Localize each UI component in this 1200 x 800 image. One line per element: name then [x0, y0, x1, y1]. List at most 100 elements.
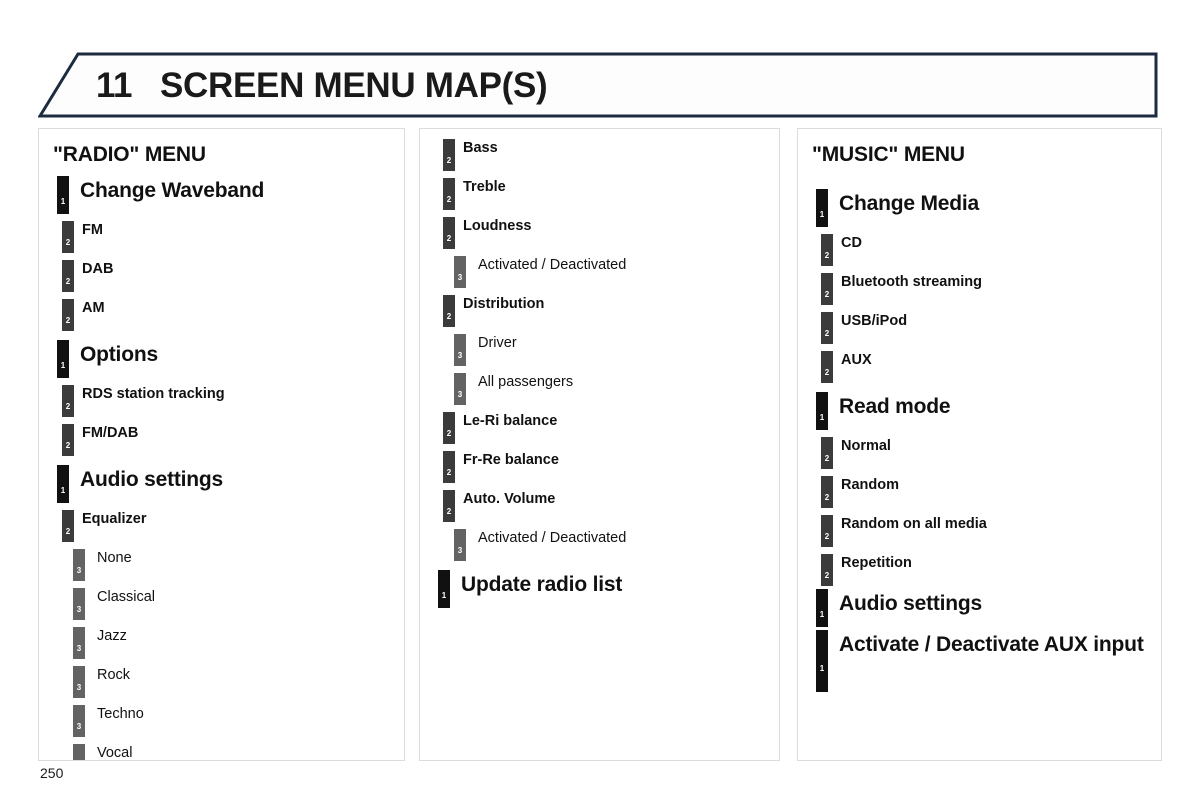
- level-marker-2: 2: [62, 299, 74, 331]
- menu-item-label: Vocal: [97, 745, 133, 761]
- level-marker-3: 3: [454, 256, 466, 288]
- menu-item[interactable]: 3 Driver: [454, 334, 779, 366]
- menu-item[interactable]: 2 DAB: [62, 260, 404, 292]
- menu-item[interactable]: 2 AM: [62, 299, 404, 331]
- menu-item[interactable]: 3 Activated / Deactivated: [454, 256, 779, 288]
- menu-item-label: Update radio list: [461, 573, 623, 596]
- menu-item-label: FM/DAB: [82, 425, 139, 441]
- level-marker-2: 2: [62, 424, 74, 456]
- menu-item[interactable]: 1 Update radio list: [438, 570, 779, 608]
- menu-item-label: USB/iPod: [841, 313, 908, 329]
- level-marker-3: 3: [73, 744, 85, 760]
- menu-list-radio-continued: 2 Bass 2 Treble 2 Loudness 3 Activated /…: [420, 139, 779, 608]
- level-marker-2: 2: [443, 295, 455, 327]
- menu-item-label: Rock: [97, 667, 131, 683]
- menu-item[interactable]: 3 Rock: [73, 666, 404, 698]
- menu-item-label: Activated / Deactivated: [478, 257, 627, 273]
- menu-item-label: Driver: [478, 335, 517, 351]
- menu-item[interactable]: 3 Jazz: [73, 627, 404, 659]
- level-marker-2: 2: [443, 178, 455, 210]
- menu-item[interactable]: 1 Options: [57, 340, 404, 378]
- level-marker-2: 2: [443, 451, 455, 483]
- page-title: SCREEN MENU MAP(S): [160, 65, 548, 105]
- menu-item[interactable]: 1 Audio settings: [57, 465, 404, 503]
- menu-item[interactable]: 3 All passengers: [454, 373, 779, 405]
- menu-item[interactable]: 3 Activated / Deactivated: [454, 529, 779, 561]
- menu-item-label: RDS station tracking: [82, 386, 225, 402]
- menu-item-label: Distribution: [463, 296, 545, 312]
- menu-item[interactable]: 1 Audio settings: [816, 589, 1161, 627]
- menu-item[interactable]: 2 CD: [821, 234, 1161, 266]
- menu-item-label: Activate / Deactivate AUX input: [839, 633, 1144, 656]
- menu-item-label: All passengers: [478, 374, 574, 390]
- menu-item-label: AUX: [841, 352, 872, 368]
- menu-item[interactable]: 3 Classical: [73, 588, 404, 620]
- menu-item[interactable]: 1 Change Media: [816, 189, 1161, 227]
- level-marker-3: 3: [73, 588, 85, 620]
- menu-map-columns: "RADIO" MENU 1 Change Waveband 2 FM 2 DA…: [38, 128, 1162, 761]
- menu-item[interactable]: 2 FM/DAB: [62, 424, 404, 456]
- menu-item-label: AM: [82, 300, 105, 316]
- level-marker-1: 1: [57, 176, 69, 214]
- menu-item-label: Repetition: [841, 555, 912, 571]
- menu-item[interactable]: 2 Random: [821, 476, 1161, 508]
- menu-item-label: Normal: [841, 438, 891, 454]
- level-marker-2: 2: [62, 260, 74, 292]
- level-marker-1: 1: [816, 630, 828, 692]
- menu-item[interactable]: 2 Fr-Re balance: [443, 451, 779, 483]
- menu-item[interactable]: 3 Techno: [73, 705, 404, 737]
- menu-item[interactable]: 2 USB/iPod: [821, 312, 1161, 344]
- menu-item-label: Audio settings: [839, 592, 983, 615]
- menu-item[interactable]: 2 Auto. Volume: [443, 490, 779, 522]
- menu-column-radio: "RADIO" MENU 1 Change Waveband 2 FM 2 DA…: [38, 128, 405, 761]
- level-marker-2: 2: [443, 217, 455, 249]
- level-marker-1: 1: [438, 570, 450, 608]
- level-marker-2: 2: [821, 515, 833, 547]
- menu-item-label: Le-Ri balance: [463, 413, 558, 429]
- menu-item[interactable]: 1 Read mode: [816, 392, 1161, 430]
- menu-item[interactable]: 2 FM: [62, 221, 404, 253]
- level-marker-2: 2: [821, 476, 833, 508]
- menu-list-music: 1 Change Media 2 CD 2 Bluetooth streamin…: [798, 189, 1161, 692]
- menu-item-label: Classical: [97, 589, 156, 605]
- menu-item[interactable]: 2 Repetition: [821, 554, 1161, 586]
- menu-item-label: Change Waveband: [80, 179, 265, 202]
- menu-item-label: Bluetooth streaming: [841, 274, 982, 290]
- level-marker-1: 1: [816, 392, 828, 430]
- menu-item[interactable]: 2 AUX: [821, 351, 1161, 383]
- menu-item[interactable]: 2 Distribution: [443, 295, 779, 327]
- level-marker-2: 2: [821, 273, 833, 305]
- menu-item[interactable]: 2 Normal: [821, 437, 1161, 469]
- level-marker-2: 2: [443, 412, 455, 444]
- level-marker-3: 3: [454, 334, 466, 366]
- level-marker-3: 3: [454, 529, 466, 561]
- menu-item-label: FM: [82, 222, 103, 238]
- menu-item-label: Audio settings: [80, 468, 224, 491]
- menu-item-label: Auto. Volume: [463, 491, 556, 507]
- panel-title-radio: "RADIO" MENU: [53, 143, 206, 166]
- menu-item-label: Jazz: [97, 628, 127, 644]
- menu-column-radio-continued: 2 Bass 2 Treble 2 Loudness 3 Activated /…: [419, 128, 780, 761]
- menu-list-radio: 1 Change Waveband 2 FM 2 DAB 2 AM 1 Opti…: [39, 176, 404, 761]
- menu-item[interactable]: 3 None: [73, 549, 404, 581]
- level-marker-1: 1: [816, 589, 828, 627]
- level-marker-3: 3: [73, 627, 85, 659]
- menu-item[interactable]: 2 Bass: [443, 139, 779, 171]
- menu-item-label: Change Media: [839, 192, 979, 215]
- menu-item[interactable]: 2 Random on all media: [821, 515, 1161, 547]
- menu-item-label: Bass: [463, 140, 498, 156]
- menu-item[interactable]: 3 Vocal: [73, 744, 404, 761]
- level-marker-2: 2: [443, 490, 455, 522]
- level-marker-2: 2: [443, 139, 455, 171]
- menu-item[interactable]: 2 Treble: [443, 178, 779, 210]
- menu-item[interactable]: 2 Le-Ri balance: [443, 412, 779, 444]
- menu-column-music: "MUSIC" MENU 1 Change Media 2 CD 2 Bluet…: [797, 128, 1162, 761]
- menu-item[interactable]: 2 Loudness: [443, 217, 779, 249]
- menu-item-label: Equalizer: [82, 511, 147, 527]
- menu-item[interactable]: 2 Equalizer: [62, 510, 404, 542]
- menu-item[interactable]: 1 Activate / Deactivate AUX input: [816, 630, 1161, 692]
- menu-item[interactable]: 2 RDS station tracking: [62, 385, 404, 417]
- menu-item[interactable]: 2 Bluetooth streaming: [821, 273, 1161, 305]
- menu-item-label: None: [97, 550, 132, 566]
- menu-item[interactable]: 1 Change Waveband: [57, 176, 404, 214]
